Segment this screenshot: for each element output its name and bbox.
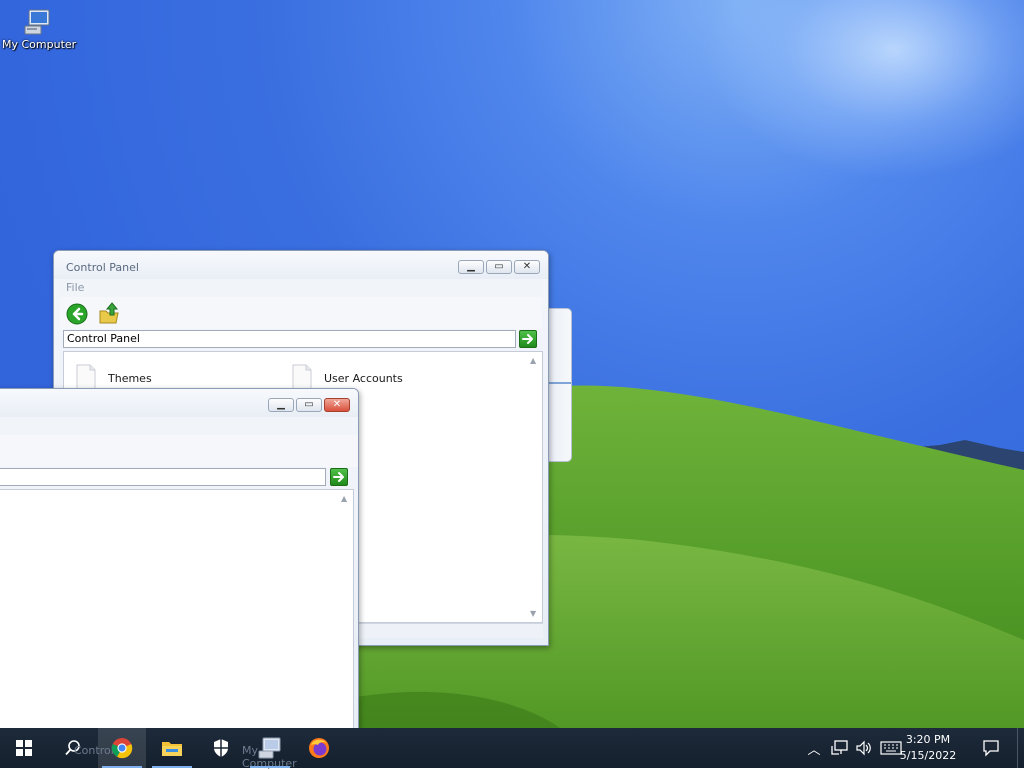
computer-icon	[23, 8, 53, 36]
minimize-icon: ▁	[467, 261, 475, 272]
toolbar	[60, 297, 542, 329]
taskbar-security-button[interactable]	[198, 728, 244, 768]
close-icon: ✕	[332, 399, 342, 410]
notifications-button[interactable]	[976, 728, 1006, 768]
desktop-icon-label: My Computer	[2, 38, 77, 51]
menu-file[interactable]: File	[66, 281, 84, 294]
taskbar-my-computer-button[interactable]: My Computer	[242, 728, 297, 770]
close-button[interactable]: ✕	[514, 260, 540, 274]
close-button[interactable]: ✕	[324, 398, 350, 412]
file-icon	[292, 364, 312, 390]
scroll-down-icon[interactable]: ▼	[530, 609, 536, 618]
taskbar-file-explorer-button[interactable]	[148, 728, 196, 768]
vertical-scrollbar[interactable]: ▲	[337, 490, 353, 728]
address-bar[interactable]	[0, 468, 326, 486]
scroll-up-icon[interactable]: ▲	[530, 356, 536, 365]
minimize-icon: ▁	[277, 399, 285, 410]
front-window: ▁ ▭ ✕ ▲	[0, 388, 359, 728]
folder-icon	[162, 742, 182, 756]
show-desktop-button[interactable]	[1017, 728, 1024, 768]
titlebar[interactable]: Control Panel ▁ ▭ ✕	[54, 251, 548, 279]
chevron-up-icon: ︿	[807, 742, 821, 758]
items-view: ▲	[0, 489, 354, 728]
volume-button[interactable]	[852, 728, 876, 768]
network-button[interactable]	[828, 728, 852, 768]
go-button[interactable]	[330, 468, 348, 486]
vertical-scrollbar[interactable]: ▲ ▼	[526, 352, 542, 622]
go-arrow-icon	[333, 472, 344, 482]
file-icon	[76, 364, 96, 390]
address-bar[interactable]: Control Panel	[63, 330, 516, 348]
maximize-button[interactable]: ▭	[296, 398, 322, 412]
maximize-button[interactable]: ▭	[486, 260, 512, 274]
titlebar[interactable]: ▁ ▭ ✕	[0, 389, 358, 417]
menubar: File	[60, 279, 542, 298]
notification-icon	[983, 740, 999, 757]
tray-overflow-button[interactable]: ︿	[804, 728, 824, 768]
go-button[interactable]	[519, 330, 537, 348]
taskbar-button-label: Control	[74, 744, 114, 757]
firefox-icon	[309, 738, 329, 758]
back-arrow-icon	[66, 303, 88, 325]
up-folder-button[interactable]	[98, 301, 122, 325]
toolbar	[0, 435, 358, 467]
restore-icon: ▭	[304, 399, 314, 410]
close-icon: ✕	[522, 261, 532, 272]
chrome-icon	[111, 738, 133, 759]
taskbar-firefox-button[interactable]	[296, 728, 342, 768]
desktop-icon-my-computer[interactable]: My Computer	[2, 8, 77, 51]
shield-icon	[214, 739, 228, 757]
scroll-up-icon[interactable]: ▲	[341, 494, 347, 503]
clock-date: 5/15/2022	[899, 749, 957, 762]
clock-time: 3:20 PM	[905, 733, 951, 746]
clock[interactable]: 3:20 PM 5/15/2022	[888, 732, 968, 764]
restore-icon: ▭	[494, 261, 504, 272]
windows-logo-icon	[16, 740, 32, 756]
taskbar-chrome-button[interactable]: Control	[74, 728, 146, 768]
window-title: Control Panel	[66, 261, 139, 274]
computer-icon	[258, 737, 281, 759]
up-folder-icon	[99, 302, 119, 324]
network-icon	[831, 740, 848, 755]
menubar	[0, 417, 358, 436]
item-label: User Accounts	[324, 372, 403, 385]
start-button[interactable]	[0, 728, 48, 768]
back-button[interactable]	[66, 303, 88, 325]
minimize-button[interactable]: ▁	[458, 260, 484, 274]
taskbar: Control My Computer ︿ 3:20 PM 5/15/2022	[0, 728, 1024, 770]
go-arrow-icon	[522, 334, 533, 344]
speaker-icon	[856, 740, 871, 756]
item-label: Themes	[108, 372, 152, 385]
minimize-button[interactable]: ▁	[268, 398, 294, 412]
desktop: My Computer Control Panel ▁ ▭ ✕ File Con…	[0, 0, 1024, 728]
